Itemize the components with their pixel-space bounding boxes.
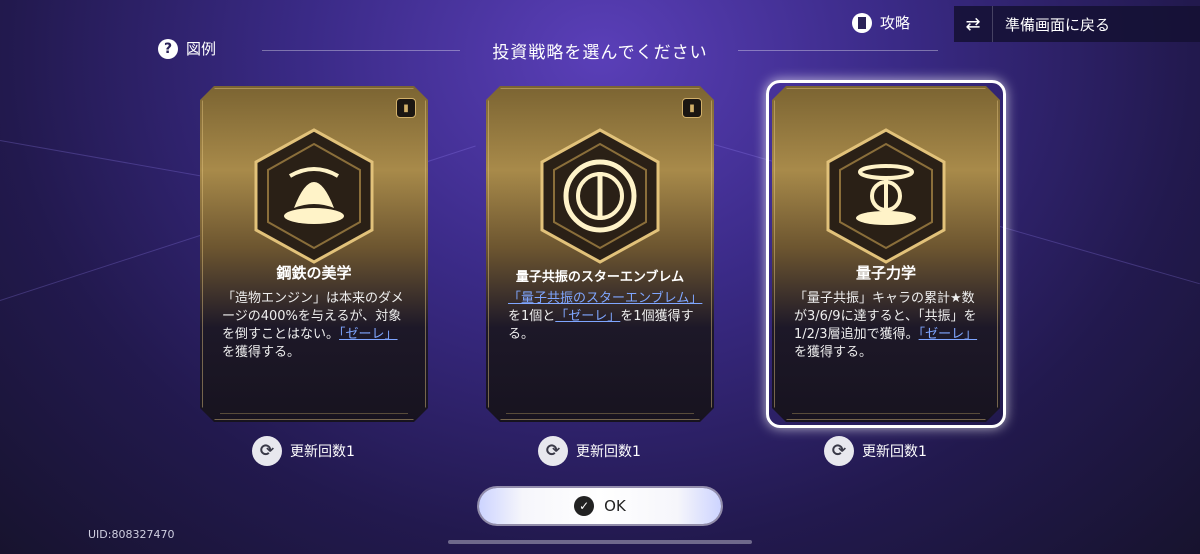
emblem-steel-icon: [250, 126, 378, 266]
refresh-icon: ⟳: [538, 436, 568, 466]
refresh-icon: ⟳: [824, 436, 854, 466]
card-divider: [506, 413, 694, 414]
strategy-card-steel[interactable]: ▮ 鋼鉄の美学 「造物エンジン」は本来のダメージの400%を与えるが、対象を倒す…: [200, 86, 428, 422]
emblem-quantum-star-icon: [536, 126, 664, 266]
refresh-label: 更新回数1: [290, 444, 355, 460]
card-description: 「造物エンジン」は本来のダメージの400%を与えるが、対象を倒すことはない。「ゼ…: [222, 290, 410, 362]
home-indicator[interactable]: [448, 540, 752, 544]
back-to-prep-button[interactable]: ⇄ 準備画面に戻る: [954, 6, 1200, 42]
refresh-label: 更新回数1: [862, 444, 927, 460]
card-frame: ▮ 鋼鉄の美学 「造物エンジン」は本来のダメージの400%を与えるが、対象を倒す…: [200, 86, 428, 422]
refresh-button-card2[interactable]: ⟳ 更新回数1: [538, 436, 641, 466]
refresh-label: 更新回数1: [576, 444, 641, 460]
emblem-quantum-icon: [822, 126, 950, 266]
card-frame: 量子力学 「量子共振」キャラの累計★数が3/6/9に達すると、「共振」を1/2/…: [772, 86, 1000, 422]
refresh-button-card1[interactable]: ⟳ 更新回数1: [252, 436, 355, 466]
card-name: 量子力学: [855, 264, 916, 282]
desc-text: を獲得する。: [794, 345, 873, 360]
seele-link[interactable]: 「ゼーレ」: [919, 327, 978, 342]
card-name: 鋼鉄の美学: [276, 264, 352, 282]
card-description: 「量子共振」キャラの累計★数が3/6/9に達すると、「共振」を1/2/3層追加で…: [794, 290, 982, 362]
strategy-card-emblem[interactable]: ▮ 量子共振のスターエンブレム 「量子共振のスターエンブレム」を1個と「ゼーレ」…: [486, 86, 714, 422]
back-label: 準備画面に戻る: [1005, 15, 1111, 34]
card-divider: [792, 413, 980, 414]
emblem-link[interactable]: 「量子共振のスターエンブレム」: [508, 291, 702, 306]
card-divider: [220, 413, 408, 414]
card-name: 量子共振のスターエンブレム: [515, 270, 685, 285]
ok-label: OK: [604, 497, 626, 515]
guide-button[interactable]: 攻略: [852, 12, 910, 33]
refresh-icon: ⟳: [252, 436, 282, 466]
desc-text: を獲得する。: [222, 345, 301, 360]
book-icon[interactable]: ▮: [396, 98, 416, 118]
seele-link[interactable]: 「ゼーレ」: [555, 309, 620, 324]
desc-text: を1個と: [508, 309, 556, 324]
book-icon[interactable]: ▮: [682, 98, 702, 118]
card-frame: ▮ 量子共振のスターエンブレム 「量子共振のスターエンブレム」を1個と「ゼーレ」…: [486, 86, 714, 422]
guide-label: 攻略: [880, 14, 911, 32]
strategy-card-quantum[interactable]: 量子力学 「量子共振」キャラの累計★数が3/6/9に達すると、「共振」を1/2/…: [766, 80, 1006, 428]
refresh-button-card3[interactable]: ⟳ 更新回数1: [824, 436, 927, 466]
uid-label: UID:808327470: [88, 528, 175, 541]
card-description: 「量子共振のスターエンブレム」を1個と「ゼーレ」を1個獲得する。: [508, 290, 702, 344]
seele-link[interactable]: 「ゼーレ」: [339, 327, 398, 342]
guide-book-icon: [852, 12, 872, 33]
ok-button[interactable]: ✓ OK: [479, 488, 721, 524]
swap-icon: ⇄: [954, 6, 993, 42]
check-icon: ✓: [574, 496, 595, 516]
